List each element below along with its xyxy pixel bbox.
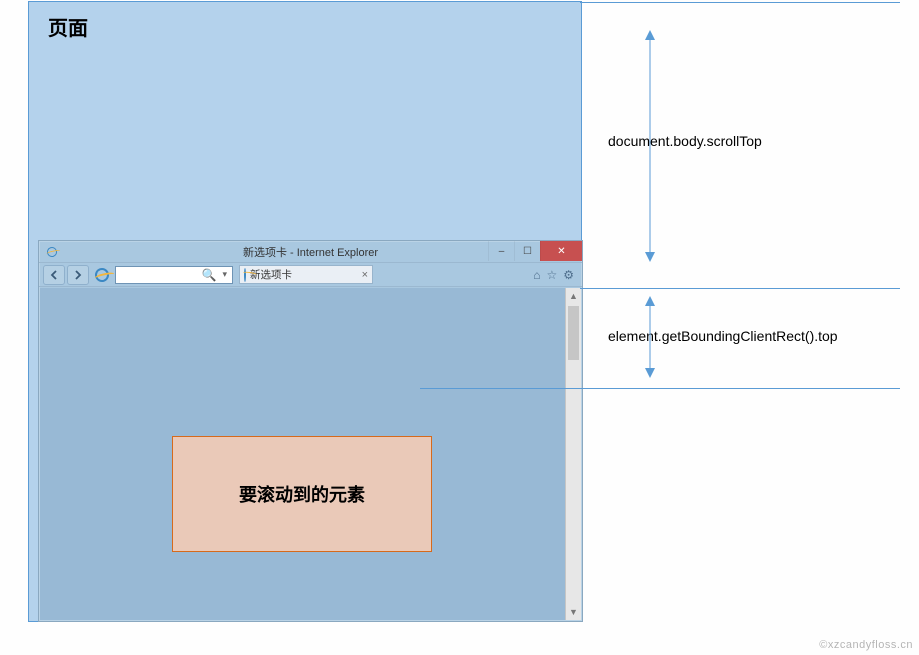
- tab-new[interactable]: 新选项卡 ×: [239, 265, 373, 284]
- minimize-button[interactable]: –: [488, 241, 514, 261]
- scroll-thumb[interactable]: [568, 306, 579, 360]
- guide-line-element-top: [420, 388, 900, 389]
- maximize-button[interactable]: ☐: [514, 241, 540, 261]
- viewport: 要滚动到的元素: [40, 288, 565, 620]
- arrowhead-down-icon: [645, 252, 655, 262]
- address-bar[interactable]: 🔍 ▾: [115, 266, 233, 284]
- toolbar-icons: ⌂ ☆ ⚙: [533, 268, 578, 282]
- forward-button[interactable]: [67, 265, 89, 285]
- target-element-label: 要滚动到的元素: [239, 481, 365, 507]
- dimension-scrolltop: [643, 30, 657, 262]
- ie-icon: [93, 266, 111, 284]
- watermark: ©xzcandyfloss.cn: [819, 639, 913, 651]
- tab-close-icon[interactable]: ×: [362, 269, 368, 281]
- close-button[interactable]: ✕: [540, 241, 582, 261]
- window-controls: – ☐ ✕: [488, 241, 582, 261]
- toolbar: 🔍 ▾ 新选项卡 × ⌂ ☆ ⚙: [39, 263, 582, 287]
- ie-logo-icon: [45, 245, 59, 259]
- dimension-recttop: [643, 296, 657, 378]
- guide-line-viewport-top: [580, 288, 900, 289]
- scroll-up-icon[interactable]: ▲: [566, 288, 581, 304]
- search-icon[interactable]: 🔍: [200, 268, 219, 282]
- titlebar[interactable]: 新选项卡 - Internet Explorer – ☐ ✕: [39, 241, 582, 263]
- browser-window: 新选项卡 - Internet Explorer – ☐ ✕ 🔍 ▾ 新选项卡 …: [38, 240, 583, 622]
- scroll-down-icon[interactable]: ▼: [566, 604, 581, 620]
- tab-favicon-icon: [244, 269, 246, 281]
- settings-icon[interactable]: ⚙: [563, 268, 574, 282]
- dimension-line: [650, 304, 651, 370]
- address-dropdown-icon[interactable]: ▾: [220, 269, 229, 280]
- arrowhead-down-icon: [645, 368, 655, 378]
- home-icon[interactable]: ⌂: [533, 268, 540, 282]
- window-title: 新选项卡 - Internet Explorer: [243, 244, 378, 260]
- target-element: 要滚动到的元素: [172, 436, 432, 552]
- dimension-scrolltop-label: document.body.scrollTop: [608, 133, 762, 149]
- page-label: 页面: [48, 12, 88, 41]
- dimension-line: [650, 38, 651, 254]
- favorites-icon[interactable]: ☆: [546, 268, 557, 282]
- vertical-scrollbar[interactable]: ▲ ▼: [565, 288, 581, 620]
- guide-line-page-top: [580, 2, 900, 3]
- back-button[interactable]: [43, 265, 65, 285]
